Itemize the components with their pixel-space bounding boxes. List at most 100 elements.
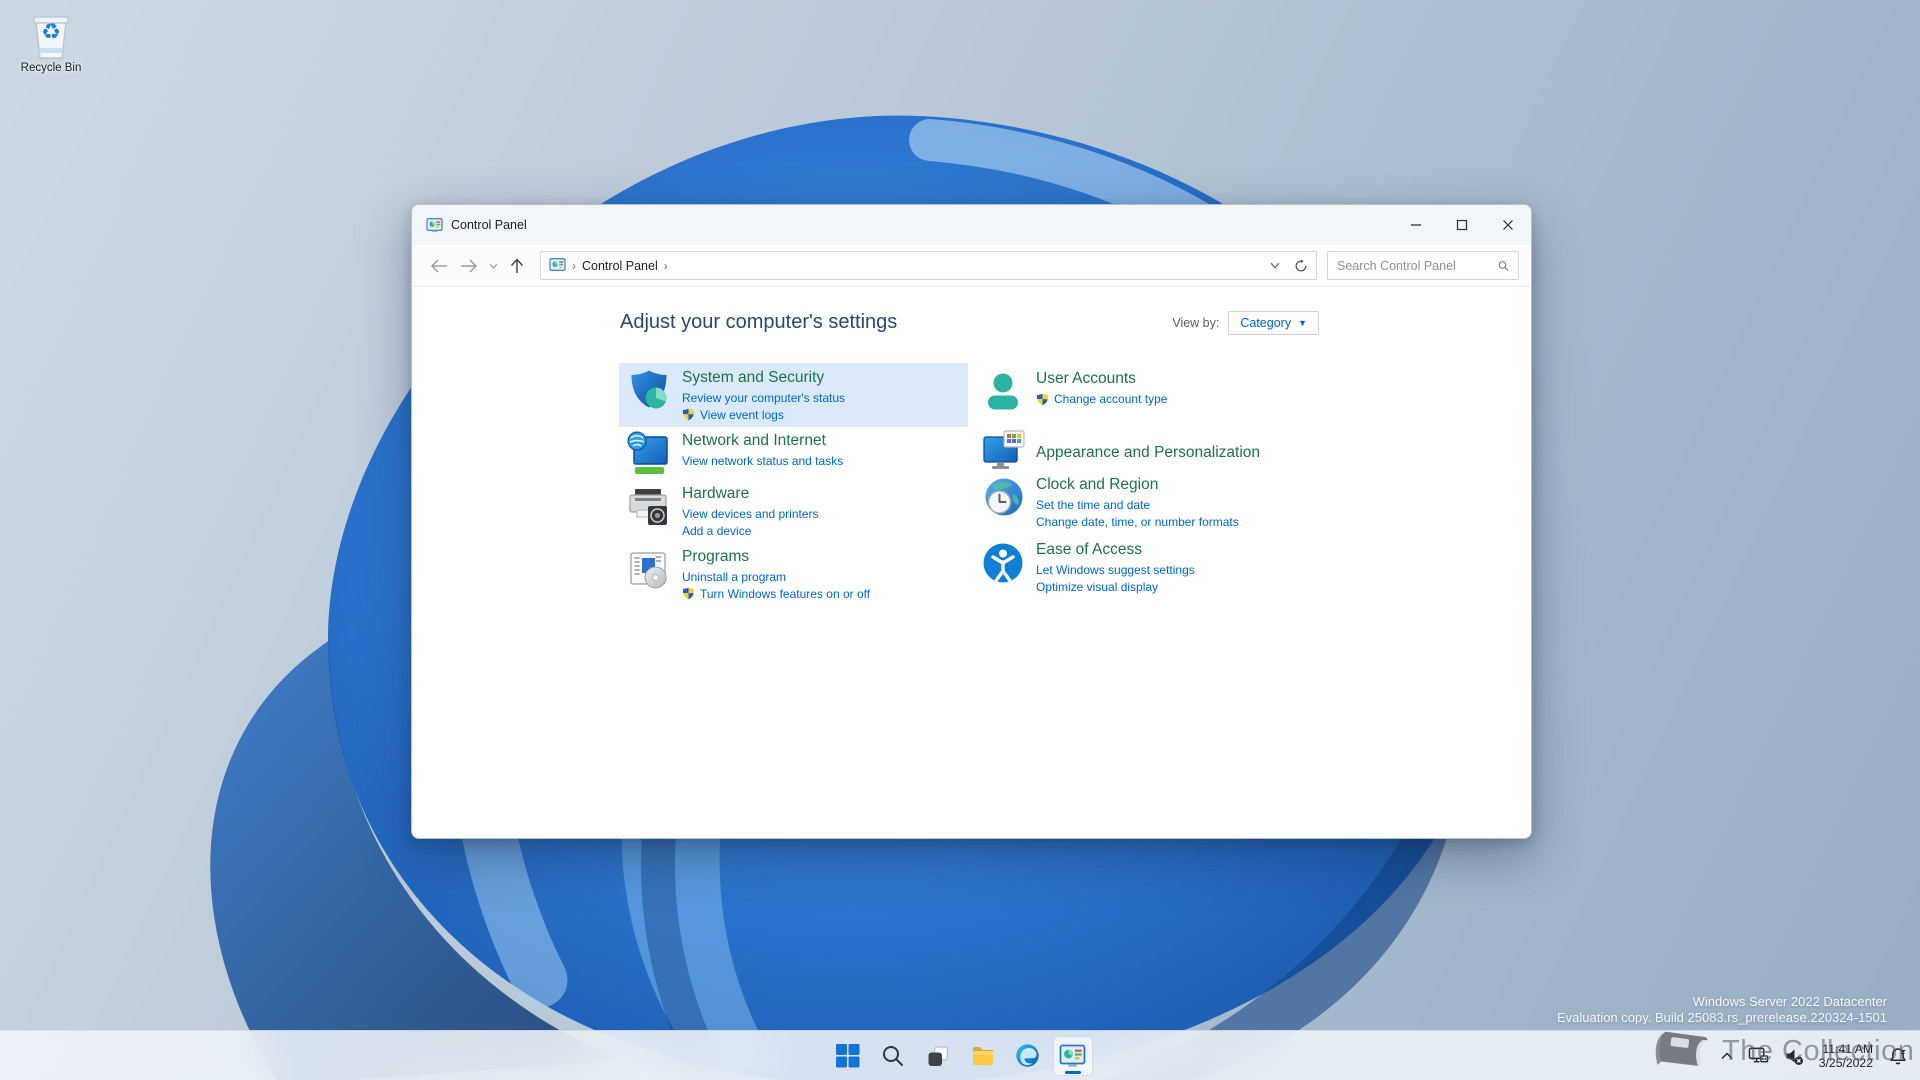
link-label: View devices and printers <box>682 507 819 521</box>
link-label: Set the time and date <box>1036 498 1151 512</box>
edge-icon <box>1016 1044 1039 1067</box>
forward-button[interactable] <box>454 251 484 281</box>
breadcrumb-separator: › <box>572 258 576 273</box>
category-title[interactable]: Ease of Access <box>1036 540 1195 559</box>
category-grid: System and Security Review your computer… <box>619 361 1529 661</box>
category-title[interactable]: User Accounts <box>1036 369 1167 388</box>
taskbar-search-button[interactable] <box>873 1036 913 1076</box>
link-view-network-status[interactable]: View network status and tasks <box>682 453 843 470</box>
link-label: Change date, time, or number formats <box>1036 514 1239 529</box>
windows-start-icon <box>836 1044 860 1068</box>
volume-button[interactable] <box>1780 1038 1808 1074</box>
breadcrumb-control-panel[interactable]: Control Panel <box>582 259 658 273</box>
link-optimize-visual-display[interactable]: Optimize visual display <box>1036 579 1195 596</box>
category-system-and-security[interactable]: System and Security Review your computer… <box>619 363 968 427</box>
category-title[interactable]: Hardware <box>682 484 819 503</box>
view-by-label: View by: <box>1172 316 1220 330</box>
up-arrow-icon <box>510 257 524 273</box>
search-box[interactable] <box>1327 251 1519 280</box>
search-input[interactable] <box>1337 258 1498 273</box>
control-panel-icon <box>1059 1044 1086 1067</box>
recent-locations-button[interactable] <box>484 251 502 281</box>
refresh-icon[interactable] <box>1294 258 1308 273</box>
maximize-button[interactable] <box>1439 205 1485 245</box>
address-dropdown-icon[interactable] <box>1270 262 1280 269</box>
recycle-bin-label: Recycle Bin <box>20 62 82 74</box>
recycle-bin-shortcut[interactable]: ♻ Recycle Bin <box>10 12 92 74</box>
search-icon <box>882 1045 903 1066</box>
category-network-and-internet[interactable]: Network and Internet View network status… <box>619 426 968 482</box>
edge-button[interactable] <box>1008 1036 1048 1076</box>
category-programs[interactable]: Programs Uninstall a program Turn Window… <box>619 542 968 606</box>
category-title[interactable]: Appearance and Personalization <box>1036 443 1260 462</box>
maximize-icon <box>1456 219 1468 231</box>
link-add-a-device[interactable]: Add a device <box>682 523 819 540</box>
address-bar[interactable]: › Control Panel › <box>540 251 1317 280</box>
category-title[interactable]: Programs <box>682 547 870 566</box>
caret-down-icon: ▼ <box>1298 317 1307 328</box>
category-ease-of-access[interactable]: Ease of Access Let Windows suggest setti… <box>973 535 1413 599</box>
system-security-icon <box>625 367 673 415</box>
control-panel-home: Adjust your computer's settings View by:… <box>412 287 1531 838</box>
category-title[interactable]: Network and Internet <box>682 431 843 450</box>
control-panel-icon <box>549 258 566 271</box>
link-turn-windows-features[interactable]: Turn Windows features on or off <box>682 586 870 603</box>
magnifier-icon[interactable] <box>1498 259 1509 273</box>
navigation-bar: › Control Panel › <box>412 245 1531 287</box>
category-title[interactable]: System and Security <box>682 368 845 387</box>
taskbar-control-panel-button[interactable] <box>1052 1035 1093 1076</box>
evaluation-watermark: Windows Server 2022 Datacenter Evaluatio… <box>1557 994 1887 1026</box>
tray-overflow-button[interactable] <box>1717 1038 1737 1074</box>
category-title[interactable]: Clock and Region <box>1036 475 1239 494</box>
link-label: Turn Windows features on or off <box>700 586 871 601</box>
recycle-arrows-glyph: ♻ <box>41 19 61 44</box>
link-view-devices-printers[interactable]: View devices and printers <box>682 506 819 523</box>
link-set-time-date[interactable]: Set the time and date <box>1036 497 1239 514</box>
ease-of-access-icon <box>979 539 1027 587</box>
forward-arrow-icon <box>461 258 478 273</box>
link-change-date-time-formats[interactable]: Change date, time, or number formats <box>1036 514 1239 531</box>
link-change-account-type[interactable]: Change account type <box>1036 391 1167 408</box>
close-button[interactable] <box>1485 205 1531 245</box>
chevron-up-icon <box>1721 1052 1733 1060</box>
page-title: Adjust your computer's settings <box>620 311 898 333</box>
close-icon <box>1503 220 1513 230</box>
category-user-accounts[interactable]: User Accounts Change account type <box>973 364 1413 420</box>
back-button[interactable] <box>424 251 454 281</box>
watermark-line1: Windows Server 2022 Datacenter <box>1692 994 1887 1009</box>
appearance-personalization-icon <box>979 428 1027 476</box>
up-button[interactable] <box>502 251 532 281</box>
task-view-button[interactable] <box>918 1036 958 1076</box>
file-explorer-icon <box>972 1046 993 1065</box>
notification-center-button[interactable] <box>1884 1038 1912 1074</box>
uac-shield-icon <box>682 408 695 421</box>
bell-dnd-icon <box>1890 1048 1906 1065</box>
link-label: Add a device <box>682 523 752 538</box>
desktop: ♻ Recycle Bin Control Panel › Control Pa… <box>0 0 1920 1080</box>
category-clock-and-region[interactable]: Clock and Region Set the time and date C… <box>973 470 1413 534</box>
network-internet-icon <box>625 430 673 478</box>
tray-clock[interactable]: 11:41 AM 3/25/2022 <box>1815 1042 1877 1071</box>
uac-shield-icon <box>1036 393 1049 406</box>
link-label: Change account type <box>1054 392 1168 406</box>
start-button[interactable] <box>828 1036 868 1076</box>
tray-date: 3/25/2022 <box>1818 1056 1873 1070</box>
link-label: Review your computer's status <box>682 391 846 405</box>
link-review-computer-status[interactable]: Review your computer's status <box>682 390 845 407</box>
link-label: Let Windows suggest settings <box>1036 563 1195 577</box>
link-let-windows-suggest[interactable]: Let Windows suggest settings <box>1036 562 1195 579</box>
clock-region-icon <box>979 474 1027 522</box>
link-view-event-logs[interactable]: View event logs <box>682 407 845 424</box>
programs-icon <box>625 546 673 594</box>
minimize-button[interactable] <box>1393 205 1439 245</box>
file-explorer-button[interactable] <box>963 1036 1003 1076</box>
control-panel-icon <box>426 217 443 232</box>
link-label: Optimize visual display <box>1036 579 1159 594</box>
view-by-dropdown[interactable]: Category ▼ <box>1228 311 1319 335</box>
category-hardware[interactable]: Hardware View devices and printers Add a… <box>619 479 968 543</box>
network-button[interactable] <box>1744 1038 1773 1074</box>
task-view-icon <box>928 1045 948 1066</box>
titlebar[interactable]: Control Panel <box>412 205 1531 245</box>
link-uninstall-a-program[interactable]: Uninstall a program <box>682 569 870 586</box>
control-panel-window: Control Panel › Control Panel › Search C… <box>411 204 1532 839</box>
